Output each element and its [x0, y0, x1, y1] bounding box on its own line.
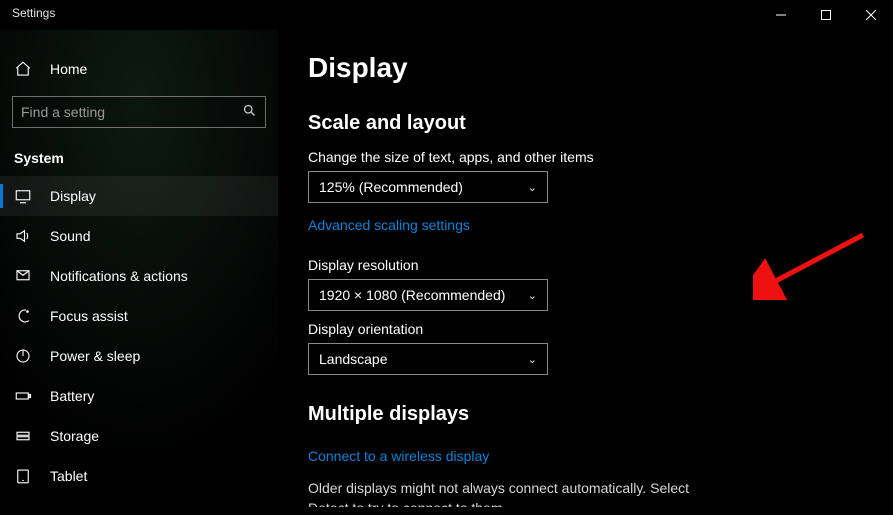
sidebar-item-focus-assist[interactable]: Focus assist [0, 296, 278, 336]
sidebar-section-label: System [0, 132, 278, 176]
search-box[interactable] [12, 96, 266, 128]
home-icon [14, 60, 32, 78]
sound-icon [14, 227, 32, 245]
sidebar-item-tablet[interactable]: Tablet [0, 456, 278, 496]
display-icon [14, 187, 32, 205]
notifications-icon [14, 267, 32, 285]
sidebar-item-label: Tablet [50, 468, 87, 484]
select-value: 1920 × 1080 (Recommended) [319, 287, 505, 303]
orientation-label: Display orientation [308, 321, 863, 337]
main-content: Display Scale and layout Change the size… [278, 30, 893, 515]
sidebar-item-sound[interactable]: Sound [0, 216, 278, 256]
sidebar-item-storage[interactable]: Storage [0, 416, 278, 456]
titlebar: Settings [0, 0, 893, 30]
select-value: Landscape [319, 351, 388, 367]
sidebar-item-label: Sound [50, 228, 90, 244]
maximize-button[interactable] [803, 0, 848, 30]
minimize-button[interactable] [758, 0, 803, 30]
section-heading-multiple-displays: Multiple displays [308, 403, 863, 426]
tablet-icon [14, 467, 32, 485]
search-input[interactable] [21, 104, 236, 120]
home-label: Home [50, 61, 87, 77]
page-title: Display [308, 52, 863, 84]
resolution-label: Display resolution [308, 257, 863, 273]
orientation-select[interactable]: Landscape ⌄ [308, 343, 548, 375]
power-icon [14, 347, 32, 365]
chevron-down-icon: ⌄ [528, 181, 537, 194]
sidebar-item-label: Notifications & actions [50, 268, 188, 284]
storage-icon [14, 427, 32, 445]
sidebar-item-display[interactable]: Display [0, 176, 278, 216]
sidebar-item-notifications[interactable]: Notifications & actions [0, 256, 278, 296]
wireless-display-link[interactable]: Connect to a wireless display [308, 448, 489, 464]
sidebar-item-label: Focus assist [50, 308, 128, 324]
sidebar-item-label: Power & sleep [50, 348, 140, 364]
chevron-down-icon: ⌄ [528, 353, 537, 366]
chevron-down-icon: ⌄ [528, 289, 537, 302]
sidebar-item-label: Storage [50, 428, 99, 444]
resolution-select[interactable]: 1920 × 1080 (Recommended) ⌄ [308, 279, 548, 311]
sidebar-item-label: Display [50, 188, 96, 204]
select-value: 125% (Recommended) [319, 179, 463, 195]
window-title: Settings [0, 0, 55, 20]
text-size-label: Change the size of text, apps, and other… [308, 149, 863, 165]
home-button[interactable]: Home [0, 52, 278, 86]
focus-assist-icon [14, 307, 32, 325]
sidebar: Home System Display Sound [0, 30, 278, 515]
advanced-scaling-link[interactable]: Advanced scaling settings [308, 217, 470, 233]
sidebar-item-power-sleep[interactable]: Power & sleep [0, 336, 278, 376]
text-size-select[interactable]: 125% (Recommended) ⌄ [308, 171, 548, 203]
sidebar-item-battery[interactable]: Battery [0, 376, 278, 416]
search-icon [236, 103, 257, 121]
close-button[interactable] [848, 0, 893, 30]
section-heading-scale: Scale and layout [308, 112, 863, 135]
sidebar-item-label: Battery [50, 388, 94, 404]
battery-icon [14, 387, 32, 405]
